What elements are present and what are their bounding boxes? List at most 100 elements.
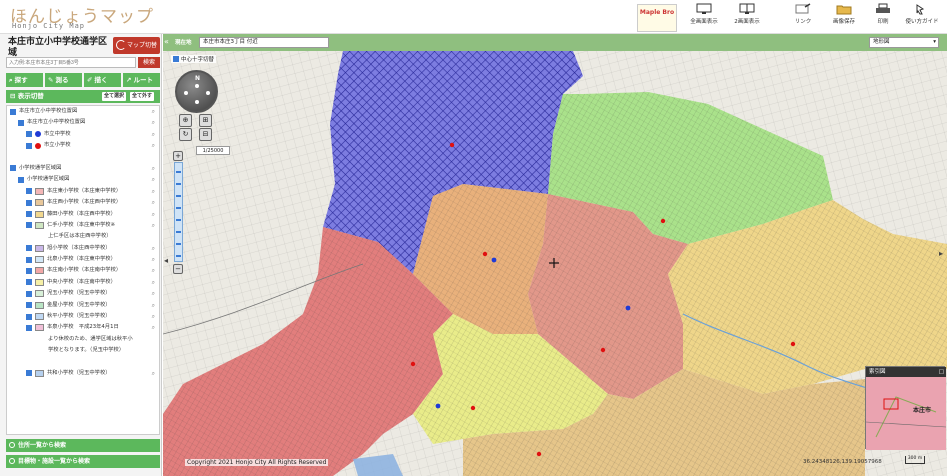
layer-row[interactable]: 市立中学校 ⌕ (7, 129, 159, 140)
junior-high-marker[interactable] (435, 403, 441, 409)
layer-row[interactable]: 金屋小学校（児玉中学校） ⌕ (7, 300, 159, 311)
pan-up-icon[interactable] (195, 84, 199, 88)
elementary-school-marker[interactable] (410, 361, 416, 367)
layer-row[interactable]: 本庄南小学校（本庄南中学校） ⌕ (7, 265, 159, 276)
guide-button[interactable]: 使い方ガイド (902, 3, 942, 32)
address-search-input[interactable] (6, 57, 136, 68)
junior-high-marker[interactable] (625, 305, 631, 311)
select-all-button[interactable]: 全て選択 (102, 92, 127, 101)
elementary-school-marker[interactable] (536, 451, 542, 457)
layer-checkbox[interactable] (26, 279, 32, 286)
save-image-button[interactable]: 画像保存 (824, 3, 864, 32)
layer-row[interactable]: 本庄西小学校（本庄西中学校） ⌕ (7, 197, 159, 208)
layer-checkbox[interactable] (26, 302, 32, 309)
layer-checkbox[interactable] (26, 313, 32, 320)
print-button[interactable]: 印刷 (863, 3, 903, 32)
expand-right-arrow-icon[interactable]: ▸ (939, 249, 943, 258)
elementary-school-marker[interactable] (600, 347, 606, 353)
address-list-search-button[interactable]: 住所一覧から検索 (6, 439, 160, 452)
layer-checkbox[interactable] (26, 324, 32, 331)
layer-checkbox[interactable] (26, 222, 32, 229)
elementary-school-marker[interactable] (482, 251, 488, 257)
layer-row[interactable]: 本庄市立小中学校位置図 ⌕ (7, 106, 159, 117)
collapse-left-icon[interactable]: « (164, 37, 169, 46)
elementary-school-marker[interactable] (660, 218, 666, 224)
search-icon[interactable]: ⌕ (152, 322, 155, 333)
tab-route[interactable]: ↗ ルート (123, 73, 160, 87)
layer-checkbox[interactable] (26, 267, 32, 274)
search-icon[interactable]: ⌕ (152, 368, 155, 379)
map-switch-button[interactable]: マップ切替 (113, 37, 160, 54)
fullscreen-button[interactable]: 全画面表示 (684, 3, 724, 32)
search-icon[interactable]: ⌕ (152, 163, 155, 174)
search-button[interactable]: 検索 (138, 57, 160, 68)
zoom-slider[interactable] (174, 162, 183, 262)
layer-checkbox[interactable] (10, 165, 16, 172)
collapse-left-arrow-icon[interactable]: ◂ (164, 256, 168, 265)
search-icon[interactable]: ⌕ (152, 117, 155, 128)
tab-search[interactable]: ⌕ 探す (6, 73, 43, 87)
layer-row[interactable]: 本泉小学校 平成23年4月1日 ⌕ (7, 322, 159, 333)
search-icon[interactable]: ⌕ (152, 311, 155, 322)
link-button[interactable]: リンク (783, 3, 823, 32)
elementary-school-marker[interactable] (790, 341, 796, 347)
crosshair-toggle[interactable]: 中心十字切替 (171, 55, 217, 63)
search-icon[interactable]: ⌕ (152, 277, 155, 288)
elementary-school-marker[interactable] (470, 405, 476, 411)
zoom-out-area-icon[interactable]: ⊟ (199, 128, 212, 141)
facility-list-search-button[interactable]: 目標物・施設一覧から検索 (6, 455, 160, 468)
search-icon[interactable]: ⌕ (152, 220, 155, 231)
crosshair-checkbox[interactable] (173, 56, 179, 62)
search-icon[interactable]: ⌕ (152, 106, 155, 117)
search-icon[interactable]: ⌕ (152, 129, 155, 140)
layer-row[interactable]: 児玉小学校（児玉中学校） ⌕ (7, 288, 159, 299)
layer-row[interactable]: 共和小学校（児玉中学校） ⌕ (7, 368, 159, 379)
layer-row[interactable]: 本庄東小学校（本庄東中学校） ⌕ (7, 186, 159, 197)
zoom-minus-button[interactable]: − (173, 264, 183, 274)
layer-row[interactable]: 旭小学校（本庄西中学校） ⌕ (7, 243, 159, 254)
pan-down-icon[interactable] (195, 100, 199, 104)
layer-row[interactable]: 市立小学校 ⌕ (7, 140, 159, 151)
junior-high-marker[interactable] (491, 257, 497, 263)
search-icon[interactable]: ⌕ (152, 288, 155, 299)
layer-checkbox[interactable] (26, 290, 32, 297)
zoom-area-icon[interactable]: ⊞ (199, 114, 212, 127)
deselect-all-button[interactable]: 全て外す (130, 92, 155, 101)
elementary-school-marker[interactable] (449, 142, 455, 148)
zoom-in-icon[interactable]: ⊕ (179, 114, 192, 127)
search-icon[interactable]: ⌕ (152, 209, 155, 220)
search-icon[interactable]: ⌕ (152, 300, 155, 311)
layer-row[interactable]: 中央小学校（本庄南中学校） ⌕ (7, 277, 159, 288)
layer-row[interactable]: 本庄市立小中学校位置図 ⌕ (7, 117, 159, 128)
layer-row[interactable]: 小学校通学区域図 ⌕ (7, 163, 159, 174)
search-icon[interactable]: ⌕ (152, 174, 155, 185)
layer-checkbox[interactable] (26, 131, 32, 138)
layer-checkbox[interactable] (18, 176, 24, 183)
pan-right-icon[interactable] (206, 91, 210, 95)
map-canvas[interactable] (163, 34, 947, 476)
layer-row[interactable]: 北泉小学校（本庄東中学校） ⌕ (7, 254, 159, 265)
layer-row[interactable]: 小学校通学区域図 ⌕ (7, 174, 159, 185)
layer-checkbox[interactable] (26, 142, 32, 149)
basemap-select[interactable]: 地形図 ▾ (869, 37, 939, 48)
search-icon[interactable]: ⌕ (152, 243, 155, 254)
search-icon[interactable]: ⌕ (152, 186, 155, 197)
layer-row[interactable]: 秋平小学校（児玉中学校） ⌕ (7, 311, 159, 322)
pan-left-icon[interactable] (184, 91, 188, 95)
layer-checkbox[interactable] (18, 119, 24, 126)
layer-checkbox[interactable] (26, 188, 32, 195)
zoom-plus-button[interactable]: + (173, 151, 183, 161)
maplebro-banner[interactable]: Maple Bro (637, 4, 677, 32)
dual-screen-button[interactable]: 2画面表示 (727, 3, 767, 32)
layer-checkbox[interactable] (10, 108, 16, 115)
layer-checkbox[interactable] (26, 245, 32, 252)
layer-checkbox[interactable] (26, 199, 32, 206)
layer-checkbox[interactable] (26, 256, 32, 263)
search-icon[interactable]: ⌕ (152, 140, 155, 151)
layer-row[interactable]: 仁手小学校（本庄東中学校※ ⌕ (7, 220, 159, 231)
search-icon[interactable]: ⌕ (152, 254, 155, 265)
pan-control[interactable]: N (175, 70, 218, 113)
close-icon[interactable]: □ (939, 367, 944, 377)
layer-checkbox[interactable] (26, 211, 32, 218)
map-view[interactable]: « 現在地 本庄市本庄3丁目 付近 地形図 ▾ 中心十字切替 N ⊕ ⊞ ↻ ⊟… (163, 34, 947, 476)
